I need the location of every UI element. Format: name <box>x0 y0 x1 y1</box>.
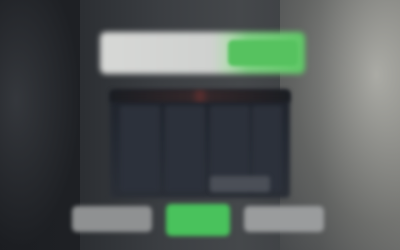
header-title <box>112 44 212 62</box>
header-action-button[interactable] <box>228 40 298 66</box>
secondary-right-button[interactable] <box>244 206 324 232</box>
background-left <box>0 0 80 250</box>
panel-toolbar <box>110 90 290 102</box>
selected-row[interactable] <box>210 176 270 192</box>
secondary-left-button[interactable] <box>72 206 152 232</box>
primary-button[interactable] <box>166 204 230 236</box>
panel-column[interactable] <box>165 106 205 192</box>
panel-column[interactable] <box>120 106 160 192</box>
